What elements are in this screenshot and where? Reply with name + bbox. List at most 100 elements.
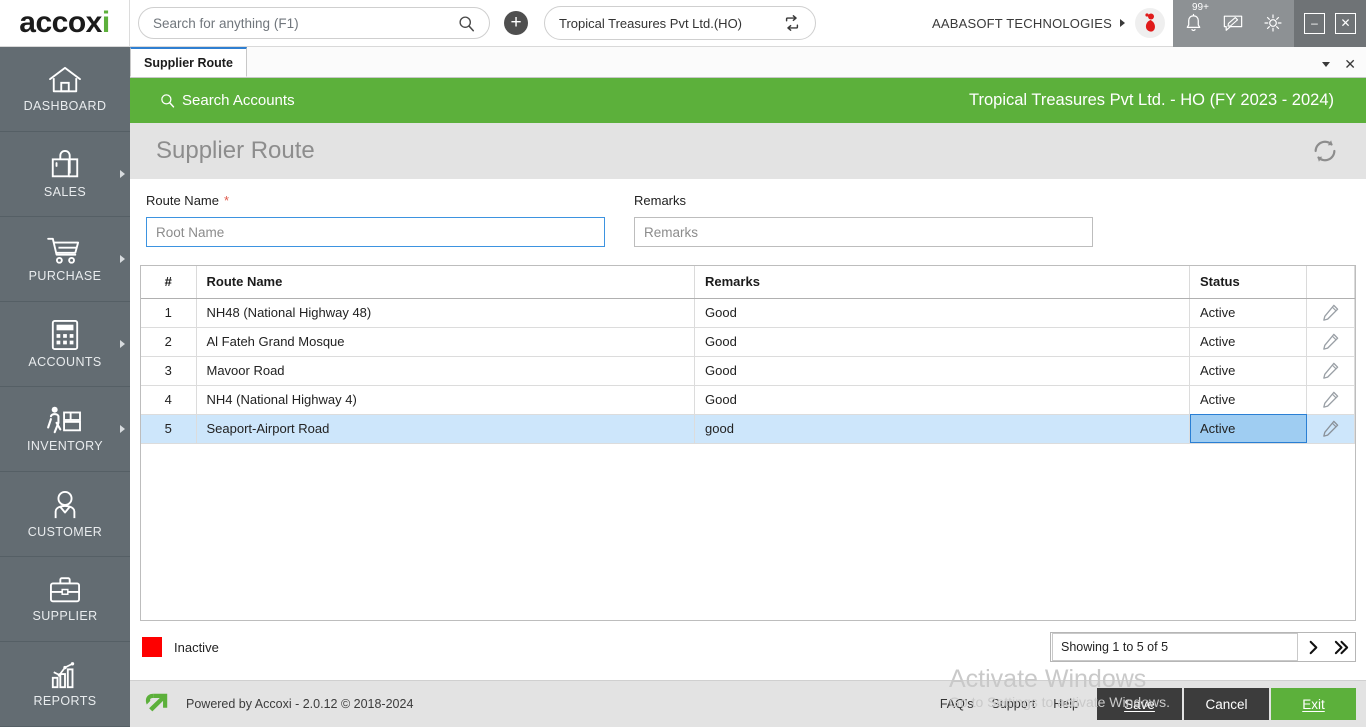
chevron-right-icon — [1120, 19, 1125, 27]
save-button[interactable]: Save — [1097, 688, 1182, 720]
next-page-button[interactable] — [1299, 633, 1327, 661]
cell-status[interactable]: Active — [1189, 327, 1307, 357]
branch-selector-value: Tropical Treasures Pvt Ltd.(HO) — [559, 15, 743, 31]
footer-link-support[interactable]: Support — [992, 697, 1036, 711]
cell-route-name[interactable]: Al Fateh Grand Mosque — [196, 327, 695, 357]
system-tray: 99+ — [1173, 0, 1294, 47]
column-header-remarks[interactable]: Remarks — [694, 266, 1190, 299]
top-bar: accoxi + Tropical Treasures Pvt Ltd.(HO) — [0, 0, 1366, 47]
sidebar-item-inventory[interactable]: INVENTORY — [0, 387, 130, 472]
table-row[interactable]: 1 NH48 (National Highway 48) Good Active — [141, 298, 1355, 328]
fiscal-year-title: Tropical Treasures Pvt Ltd. - HO (FY 202… — [969, 91, 1334, 109]
pencil-icon[interactable] — [1321, 419, 1340, 438]
column-header-route-name[interactable]: Route Name — [196, 266, 695, 299]
pencil-icon[interactable] — [1321, 390, 1340, 409]
sidebar-item-label: PURCHASE — [28, 269, 102, 283]
tab-strip-controls: ✕ — [1322, 57, 1366, 77]
switch-branch-icon[interactable] — [783, 14, 801, 32]
search-icon[interactable] — [458, 15, 475, 32]
application-window: accoxi + Tropical Treasures Pvt Ltd.(HO) — [0, 0, 1366, 727]
sidebar-item-label: DASHBOARD — [23, 99, 107, 113]
remarks-input[interactable] — [634, 217, 1093, 247]
briefcase-icon — [48, 575, 82, 605]
cell-remarks[interactable]: Good — [694, 356, 1190, 386]
close-window-button[interactable]: ✕ — [1335, 12, 1356, 34]
cell-actions — [1306, 298, 1355, 328]
legend-and-pager: Inactive Showing 1 to 5 of 5 — [130, 621, 1366, 663]
settings-button[interactable] — [1262, 12, 1284, 34]
cell-route-name[interactable]: NH4 (National Highway 4) — [196, 385, 695, 415]
cancel-button[interactable]: Cancel — [1184, 688, 1269, 720]
cell-status[interactable]: Active — [1189, 414, 1307, 444]
avatar[interactable] — [1135, 8, 1165, 38]
sidebar-item-label: ACCOUNTS — [28, 355, 102, 369]
footer-link-faqs[interactable]: FAQ's — [940, 697, 974, 711]
pencil-icon[interactable] — [1321, 332, 1340, 351]
cell-route-name[interactable]: Mavoor Road — [196, 356, 695, 386]
footer-link-help[interactable]: Help — [1053, 697, 1079, 711]
column-header-status[interactable]: Status — [1189, 266, 1307, 299]
cell-remarks[interactable]: Good — [694, 327, 1190, 357]
refresh-icon[interactable] — [1310, 136, 1340, 166]
cell-remarks[interactable]: good — [694, 414, 1190, 444]
cell-status[interactable]: Active — [1189, 298, 1307, 328]
exit-button[interactable]: Exit — [1271, 688, 1356, 720]
sidebar-item-label: CUSTOMER — [27, 525, 103, 539]
sidebar-item-customer[interactable]: CUSTOMER — [0, 472, 130, 557]
sidebar-item-accounts[interactable]: ACCOUNTS — [0, 302, 130, 387]
notifications-button[interactable]: 99+ — [1183, 2, 1209, 34]
sidebar-item-reports[interactable]: REPORTS — [0, 642, 130, 727]
cell-status[interactable]: Active — [1189, 385, 1307, 415]
powered-by-text: Powered by Accoxi - 2.0.12 © 2018-2024 — [186, 697, 414, 711]
warehouse-worker-icon — [46, 405, 84, 435]
pencil-icon[interactable] — [1321, 303, 1340, 322]
chevron-down-icon[interactable] — [1322, 61, 1331, 67]
legend-color-swatch-inactive — [142, 637, 162, 657]
chevron-right-icon — [120, 255, 125, 263]
close-tab-icon[interactable]: ✕ — [1344, 57, 1356, 71]
calculator-icon — [50, 319, 80, 351]
sidebar-item-purchase[interactable]: PURCHASE — [0, 217, 130, 302]
page-header: Supplier Route — [130, 123, 1366, 179]
sidebar-item-label: INVENTORY — [26, 439, 104, 453]
company-menu[interactable]: AABASOFT TECHNOLOGIES — [932, 0, 1173, 47]
app-logo[interactable]: accox i — [0, 0, 130, 47]
cell-route-name[interactable]: NH48 (National Highway 48) — [196, 298, 695, 328]
table-head: # Route Name Remarks Status — [141, 266, 1355, 299]
window-controls: – ✕ — [1294, 0, 1366, 47]
table-row-selected[interactable]: 5 Seaport-Airport Road good Active — [141, 414, 1355, 444]
table-row[interactable]: 2 Al Fateh Grand Mosque Good Active — [141, 327, 1355, 357]
chevron-right-icon — [120, 340, 125, 348]
add-new-button[interactable]: + — [504, 11, 528, 35]
tab-supplier-route[interactable]: Supplier Route — [130, 47, 247, 77]
table-row[interactable]: 4 NH4 (National Highway 4) Good Active — [141, 385, 1355, 415]
pencil-icon[interactable] — [1321, 361, 1340, 380]
required-asterisk: * — [223, 193, 230, 208]
route-name-field: Route Name * — [146, 193, 605, 247]
branch-selector[interactable]: Tropical Treasures Pvt Ltd.(HO) — [544, 6, 816, 40]
sidebar-item-label: SALES — [43, 185, 87, 199]
sidebar-item-dashboard[interactable]: DASHBOARD — [0, 47, 130, 132]
column-header-actions — [1306, 266, 1355, 299]
sidebar-item-sales[interactable]: SALES — [0, 132, 130, 217]
minimize-button[interactable]: – — [1304, 12, 1325, 34]
cell-remarks[interactable]: Good — [694, 385, 1190, 415]
cell-route-name[interactable]: Seaport-Airport Road — [196, 414, 695, 444]
app-logo-accent: i — [101, 6, 110, 39]
search-accounts-button[interactable]: Search Accounts — [160, 92, 295, 109]
cell-status[interactable]: Active — [1189, 356, 1307, 386]
search-accounts-label: Search Accounts — [182, 92, 295, 109]
sidebar-item-supplier[interactable]: SUPPLIER — [0, 557, 130, 642]
notification-badge: 99+ — [1192, 1, 1209, 13]
last-page-button[interactable] — [1327, 633, 1355, 661]
route-name-input[interactable] — [146, 217, 605, 247]
search-input[interactable] — [153, 15, 458, 31]
messages-button[interactable] — [1222, 13, 1244, 33]
global-search[interactable] — [138, 7, 490, 39]
cell-remarks[interactable]: Good — [694, 298, 1190, 328]
route-name-label-text: Route Name — [146, 193, 219, 208]
pagination-controls: Showing 1 to 5 of 5 — [1050, 632, 1356, 662]
table-row[interactable]: 3 Mavoor Road Good Active — [141, 356, 1355, 386]
sidebar-item-label: REPORTS — [33, 694, 97, 708]
column-header-index[interactable]: # — [141, 266, 197, 299]
